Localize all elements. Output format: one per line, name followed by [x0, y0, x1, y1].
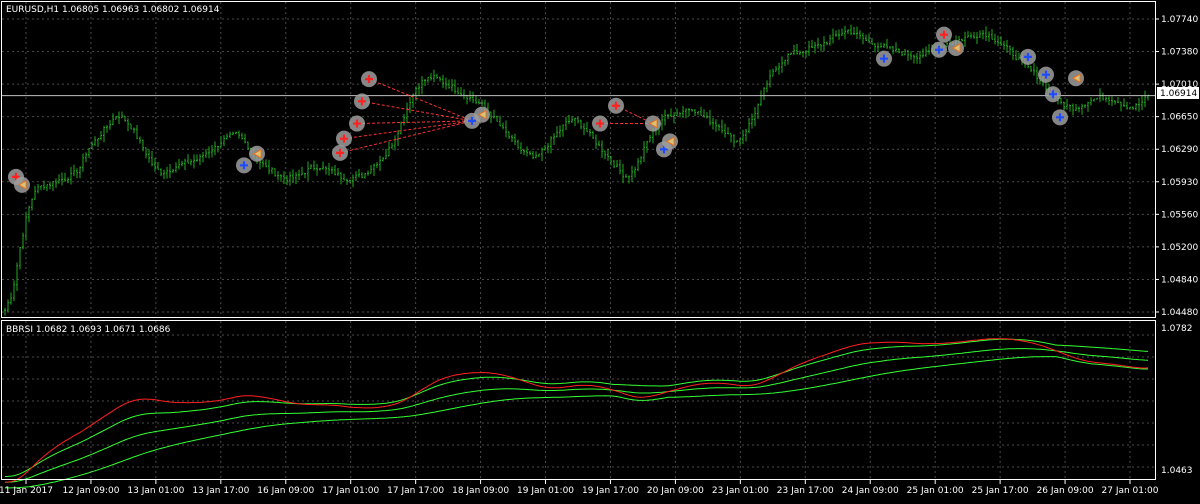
- buy-marker[interactable]: [931, 41, 947, 58]
- close-marker[interactable]: [1068, 70, 1084, 87]
- sell-marker[interactable]: [936, 26, 952, 43]
- sell-marker[interactable]: [332, 144, 348, 161]
- time-axis-label: 20 Jan 09:00: [647, 486, 704, 496]
- time-axis-label: 13 Jan 17:00: [192, 486, 249, 496]
- price-axis-label: 1.06650: [1161, 113, 1198, 123]
- buy-marker[interactable]: [1020, 48, 1036, 65]
- indicator-axis-bottom: 1.0463: [1161, 466, 1193, 476]
- sell-marker[interactable]: [349, 115, 365, 132]
- buy-marker[interactable]: [876, 50, 892, 67]
- time-axis-label: 23 Jan 01:00: [712, 486, 769, 496]
- time-axis-label: 17 Jan 01:00: [322, 486, 379, 496]
- price-axis-label: 1.07380: [1161, 48, 1198, 58]
- time-axis-label: 24 Jan 09:00: [842, 486, 899, 496]
- buy-marker[interactable]: [236, 157, 252, 174]
- time-axis-label: 16 Jan 09:00: [257, 486, 314, 496]
- chart-canvas[interactable]: EURUSD,H1 1.06805 1.06963 1.06802 1.0691…: [0, 0, 1200, 500]
- time-axis-label: 19 Jan 01:00: [517, 486, 574, 496]
- main-window-header: EURUSD,H1 1.06805 1.06963 1.06802 1.0691…: [6, 5, 220, 15]
- price-axis-label: 1.05200: [1161, 243, 1198, 253]
- price-axis-label: 1.06290: [1161, 145, 1198, 155]
- time-axis-label: 25 Jan 01:00: [907, 486, 964, 496]
- time-axis-label: 17 Jan 17:00: [387, 486, 444, 496]
- indicator-window-header: BBRSI 1.0682 1.0693 1.0671 1.0686: [6, 325, 171, 335]
- sell-marker[interactable]: [592, 115, 608, 132]
- price-axis-label: 1.05560: [1161, 210, 1198, 220]
- close-marker[interactable]: [474, 106, 490, 123]
- trading-chart[interactable]: EURUSD,H1 1.06805 1.06963 1.06802 1.0691…: [0, 0, 1200, 500]
- time-axis-label: 19 Jan 17:00: [582, 486, 639, 496]
- sell-marker[interactable]: [361, 71, 377, 88]
- time-axis-label: 25 Jan 17:00: [972, 486, 1029, 496]
- price-axis-label: 1.04840: [1161, 275, 1198, 285]
- buy-marker[interactable]: [1038, 66, 1054, 83]
- sell-marker[interactable]: [336, 130, 352, 147]
- current-price-label: 1.06914: [1160, 89, 1197, 99]
- close-marker[interactable]: [948, 40, 964, 56]
- time-axis-label: 13 Jan 01:00: [127, 486, 184, 496]
- buy-marker[interactable]: [1045, 86, 1061, 103]
- indicator-axis-top: 1.0782: [1161, 324, 1193, 334]
- price-axis-label: 1.07740: [1161, 15, 1198, 25]
- close-marker[interactable]: [249, 145, 265, 162]
- close-marker[interactable]: [662, 133, 678, 150]
- sell-marker[interactable]: [608, 97, 624, 114]
- time-axis-label: 18 Jan 09:00: [452, 486, 509, 496]
- time-axis-label: 11 Jan 2017: [0, 486, 53, 496]
- close-marker[interactable]: [645, 115, 661, 132]
- time-axis-label: 12 Jan 09:00: [62, 486, 119, 496]
- time-axis-label: 26 Jan 09:00: [1037, 486, 1094, 496]
- time-axis-label: 23 Jan 17:00: [777, 486, 834, 496]
- price-axis-label: 1.05930: [1161, 178, 1198, 188]
- chart-background: [0, 0, 1200, 500]
- time-axis-label: 27 Jan 01:00: [1102, 486, 1159, 496]
- close-marker[interactable]: [14, 176, 30, 193]
- price-axis-label: 1.04480: [1161, 308, 1198, 318]
- sell-marker[interactable]: [354, 93, 370, 110]
- buy-marker[interactable]: [1052, 109, 1068, 126]
